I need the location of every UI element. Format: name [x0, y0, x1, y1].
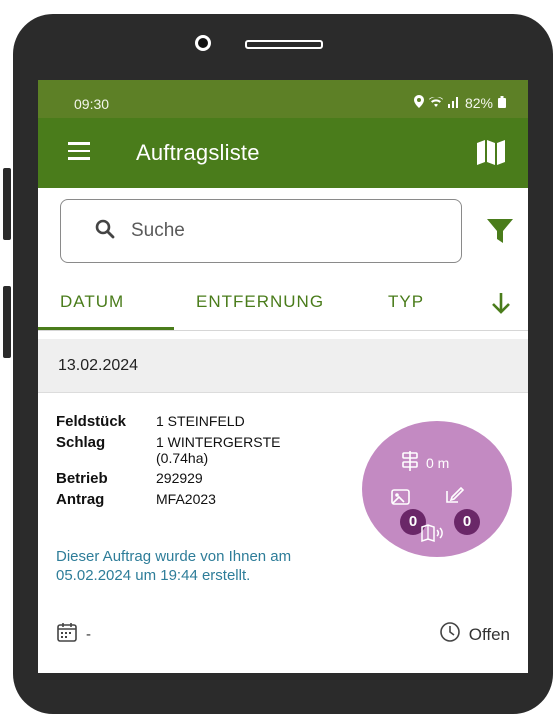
battery-icon — [498, 95, 506, 111]
filter-icon[interactable] — [486, 218, 514, 249]
phone-side-button-upper — [3, 168, 11, 240]
sort-tabs: DATUM ENTFERNUNG TYP — [38, 278, 528, 331]
search-input[interactable] — [129, 219, 383, 243]
creation-note: Dieser Auftrag wurde von Ihnen am 05.02.… — [56, 548, 292, 584]
order-fields: Feldstück 1 STEINFELD Schlag 1 WINTERGER… — [56, 413, 346, 512]
phone-speaker — [245, 40, 323, 49]
field-key: Antrag — [56, 491, 105, 508]
search-icon — [95, 219, 115, 244]
tab-entfernung[interactable]: ENTFERNUNG — [196, 292, 324, 312]
field-key: Schlag — [56, 434, 106, 451]
edit-count: 0 — [454, 509, 480, 535]
field-key: Betrieb — [56, 470, 108, 487]
phone-camera — [195, 35, 211, 51]
field-row: Schlag 1 WINTERGERSTE (0.74ha) — [56, 434, 346, 466]
field-row: Feldstück 1 STEINFELD — [56, 413, 346, 430]
phone-side-button-lower — [3, 286, 11, 358]
signal-icon — [447, 95, 460, 111]
field-row: Antrag MFA2023 — [56, 491, 346, 508]
order-card[interactable]: Feldstück 1 STEINFELD Schlag 1 WINTERGER… — [38, 393, 528, 644]
order-status: Offen — [439, 621, 510, 648]
date-group-label: 13.02.2024 — [58, 357, 139, 374]
field-value: MFA2023 — [156, 491, 216, 507]
field-value: 1 STEINFELD — [156, 413, 245, 429]
route-icon — [400, 451, 422, 474]
due-date-value: - — [86, 625, 91, 643]
app-screen: 09:30 82% Auftragsliste Suche DATUM ENTF… — [38, 80, 528, 673]
status-icons: 82% — [413, 95, 506, 111]
tab-datum[interactable]: DATUM — [60, 292, 124, 312]
location-icon — [413, 95, 424, 111]
date-group-header: 13.02.2024 — [38, 339, 528, 393]
sort-direction-icon[interactable] — [490, 290, 512, 321]
clock-icon — [439, 621, 461, 648]
field-key: Feldstück — [56, 413, 127, 430]
field-value: 292929 — [156, 470, 203, 486]
battery-level: 82% — [464, 95, 493, 111]
map-icon[interactable] — [476, 138, 506, 171]
search-box[interactable] — [60, 199, 462, 263]
calendar-icon[interactable] — [56, 621, 78, 647]
wifi-icon — [428, 95, 443, 111]
due-date: - — [56, 621, 91, 647]
edit-icon — [444, 485, 466, 510]
field-map-signal-icon — [420, 523, 448, 548]
status-label: Offen — [468, 624, 510, 644]
field-row: Betrieb 292929 — [56, 470, 346, 487]
tab-typ[interactable]: TYP — [388, 292, 424, 312]
field-value: 1 WINTERGERSTE (0.74ha) — [156, 434, 281, 466]
app-bar: Auftragsliste — [38, 118, 528, 188]
page-title: Auftragsliste — [136, 140, 260, 165]
search-row — [38, 188, 528, 278]
photo-icon — [390, 487, 412, 512]
menu-icon[interactable] — [68, 142, 90, 160]
distance-value: 0 m — [426, 454, 450, 471]
distance-indicator: 0 m — [400, 451, 449, 474]
order-status-badge[interactable]: 0 m 0 0 — [362, 421, 512, 557]
tab-selected-indicator — [38, 327, 174, 330]
status-time: 09:30 — [74, 96, 110, 112]
status-bar: 09:30 82% — [38, 80, 528, 118]
